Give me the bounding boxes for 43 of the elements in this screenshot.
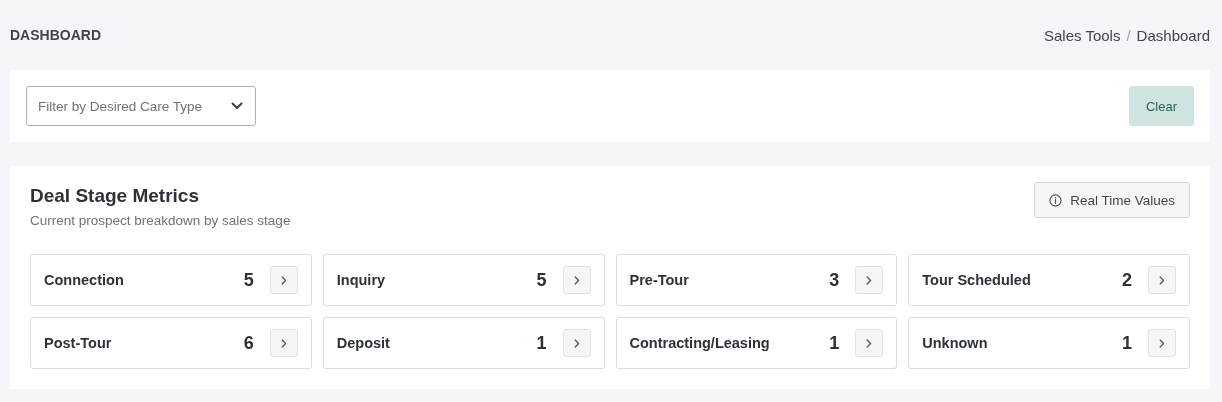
breadcrumb-separator: / [1126, 26, 1131, 44]
stage-count: 3 [829, 269, 840, 291]
chevron-right-icon [866, 275, 873, 285]
stage-count: 2 [1122, 269, 1132, 291]
stage-name: Inquiry [336, 272, 387, 288]
chevron-right-icon [1159, 338, 1165, 348]
stage-name: Post-Tour [44, 335, 113, 351]
open-stage-button[interactable] [855, 329, 884, 357]
chevron-right-icon [280, 338, 287, 348]
breadcrumb-current: Dashboard [1136, 26, 1210, 44]
open-stage-button[interactable] [269, 329, 298, 357]
clear-button[interactable]: Clear [1129, 86, 1194, 126]
stage-count: 1 [536, 332, 547, 354]
stage-count: 5 [536, 269, 547, 291]
stage-name: Contracting/Leasing [629, 335, 771, 351]
card-subtitle: Current prospect breakdown by sales stage [30, 213, 291, 228]
stage-count: 1 [829, 332, 840, 354]
chevron-right-icon [866, 338, 873, 348]
open-stage-button[interactable] [1148, 266, 1176, 294]
open-stage-button[interactable] [1148, 329, 1176, 357]
chevron-down-icon [231, 102, 243, 110]
page-title: DASHBOARD [10, 27, 101, 43]
breadcrumb-link[interactable]: Sales Tools [1044, 26, 1121, 44]
stage-name: Tour Scheduled [922, 272, 1032, 288]
stage-name: Unknown [922, 335, 989, 351]
stage-name: Connection [44, 272, 125, 288]
open-stage-button[interactable] [562, 329, 591, 357]
care-type-dropdown[interactable]: Filter by Desired Care Type [26, 86, 256, 126]
stage-count: 1 [1122, 332, 1132, 354]
stage-name: Deposit [336, 335, 391, 351]
chevron-right-icon [1159, 275, 1165, 285]
info-icon [1049, 193, 1063, 207]
open-stage-button[interactable] [855, 266, 884, 294]
card-title: Deal Stage Metrics [30, 185, 200, 207]
stage-name: Pre-Tour [629, 272, 690, 288]
chevron-right-icon [280, 275, 287, 285]
open-stage-button[interactable] [269, 266, 298, 294]
stage-count: 5 [243, 269, 254, 291]
chevron-right-icon [573, 275, 580, 285]
chevron-right-icon [573, 338, 580, 348]
open-stage-button[interactable] [562, 266, 591, 294]
stage-count: 6 [243, 332, 254, 354]
real-time-values-button[interactable]: Real Time Values [1034, 182, 1190, 218]
